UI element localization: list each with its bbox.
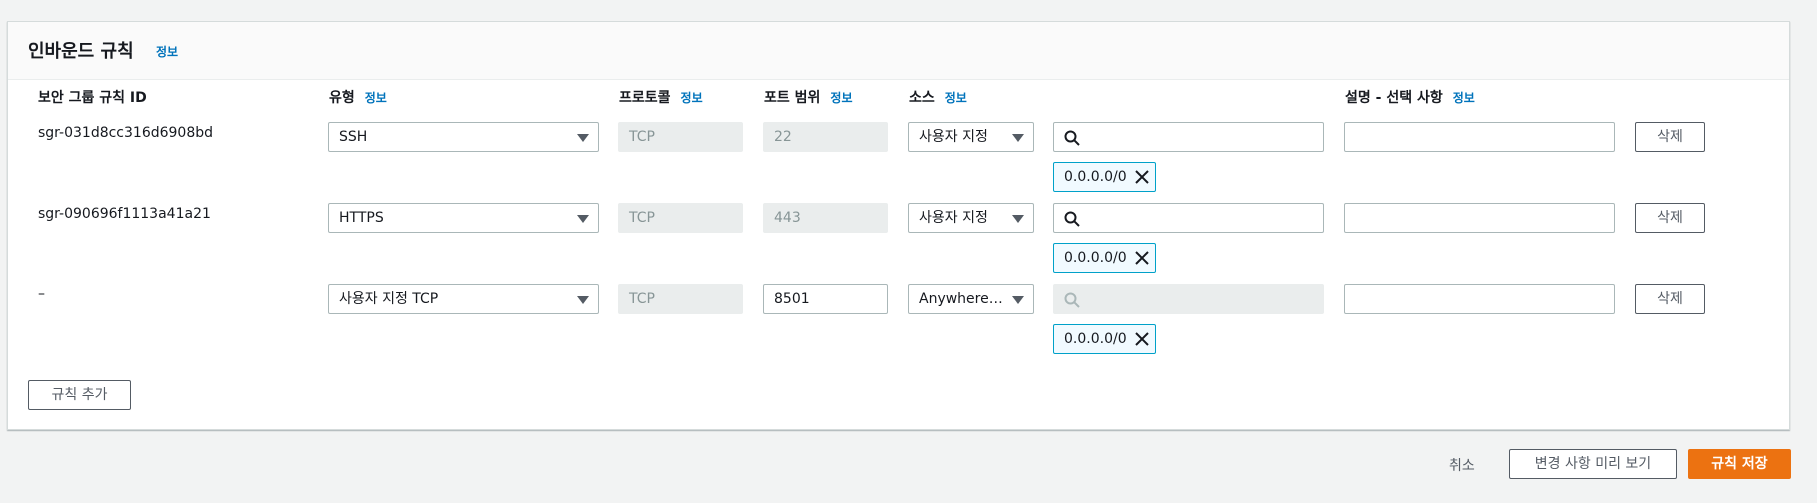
col-header-port-range-label: 포트 범위 [764,90,821,106]
source-type-select[interactable]: 사용자 지정 [908,203,1034,233]
caret-down-icon [577,134,589,142]
description-info-link[interactable]: 정보 [1453,91,1475,105]
close-icon[interactable] [1134,331,1150,347]
col-header-type-label: 유형 [329,90,355,106]
rule-id: – [38,286,45,302]
delete-rule-button[interactable]: 삭제 [1635,203,1705,233]
search-icon [1064,130,1080,146]
source-type-select[interactable]: 사용자 지정 [908,122,1034,152]
save-rules-button[interactable]: 규칙 저장 [1688,449,1791,479]
source-info-link[interactable]: 정보 [945,91,967,105]
col-header-description-label: 설명 - 선택 사항 [1345,90,1443,106]
panel-title: 인바운드 규칙 [28,41,134,62]
col-header-description: 설명 - 선택 사항 정보 [1345,87,1475,107]
caret-down-icon [1012,296,1024,304]
type-select-value: 사용자 지정 TCP [339,291,439,307]
col-header-rule-id-label: 보안 그룹 규칙 ID [38,90,147,106]
col-header-protocol: 프로토콜 정보 [619,87,703,107]
protocol-field: TCP [618,284,743,314]
port-range-info-link[interactable]: 정보 [830,91,852,105]
source-token-label: 0.0.0.0/0 [1064,331,1127,347]
delete-rule-button[interactable]: 삭제 [1635,122,1705,152]
source-token-label: 0.0.0.0/0 [1064,169,1127,185]
panel-info-link[interactable]: 정보 [156,43,178,60]
preview-changes-button[interactable]: 변경 사항 미리 보기 [1509,449,1677,479]
source-token: 0.0.0.0/0 [1053,324,1156,354]
type-select[interactable]: 사용자 지정 TCP [328,284,599,314]
source-token: 0.0.0.0/0 [1053,162,1156,192]
rule-id: sgr-031d8cc316d6908bd [38,125,214,141]
type-select-value: SSH [339,129,368,145]
type-select[interactable]: HTTPS [328,203,599,233]
protocol-field: TCP [618,122,743,152]
inbound-rules-panel: 인바운드 규칙 정보 보안 그룹 규칙 ID 유형 정보 프로토콜 정보 포트 범위… [7,21,1790,430]
search-icon [1064,292,1080,308]
search-icon [1064,211,1080,227]
source-search-input[interactable] [1053,122,1324,152]
source-type-select[interactable]: Anywhere-I... [908,284,1034,314]
type-select-value: HTTPS [339,210,384,226]
description-input[interactable] [1344,122,1615,152]
description-input[interactable] [1344,284,1615,314]
caret-down-icon [1012,215,1024,223]
panel-header: 인바운드 규칙 정보 [8,22,1789,80]
source-token-label: 0.0.0.0/0 [1064,250,1127,266]
type-select[interactable]: SSH [328,122,599,152]
source-search-input [1053,284,1324,314]
source-search-input[interactable] [1053,203,1324,233]
delete-rule-button[interactable]: 삭제 [1635,284,1705,314]
close-icon[interactable] [1134,250,1150,266]
type-info-link[interactable]: 정보 [365,91,387,105]
col-header-protocol-label: 프로토콜 [619,90,671,106]
col-header-port-range: 포트 범위 정보 [764,87,853,107]
cancel-button[interactable]: 취소 [1449,455,1475,475]
add-rule-button[interactable]: 규칙 추가 [28,380,131,410]
source-type-select-value: 사용자 지정 [919,129,988,145]
caret-down-icon [577,215,589,223]
col-header-source-label: 소스 [909,90,935,106]
col-header-source: 소스 정보 [909,87,967,107]
port-range-input[interactable]: 8501 [763,284,888,314]
caret-down-icon [577,296,589,304]
protocol-info-link[interactable]: 정보 [681,91,703,105]
caret-down-icon [1012,134,1024,142]
source-type-select-value: Anywhere-I... [919,291,1012,307]
port-range-field: 22 [763,122,888,152]
protocol-field: TCP [618,203,743,233]
description-input[interactable] [1344,203,1615,233]
col-header-type: 유형 정보 [329,87,387,107]
rule-id: sgr-090696f1113a41a21 [38,206,211,222]
source-token: 0.0.0.0/0 [1053,243,1156,273]
close-icon[interactable] [1134,169,1150,185]
col-header-rule-id: 보안 그룹 규칙 ID [38,87,147,107]
port-range-field: 443 [763,203,888,233]
source-type-select-value: 사용자 지정 [919,210,988,226]
